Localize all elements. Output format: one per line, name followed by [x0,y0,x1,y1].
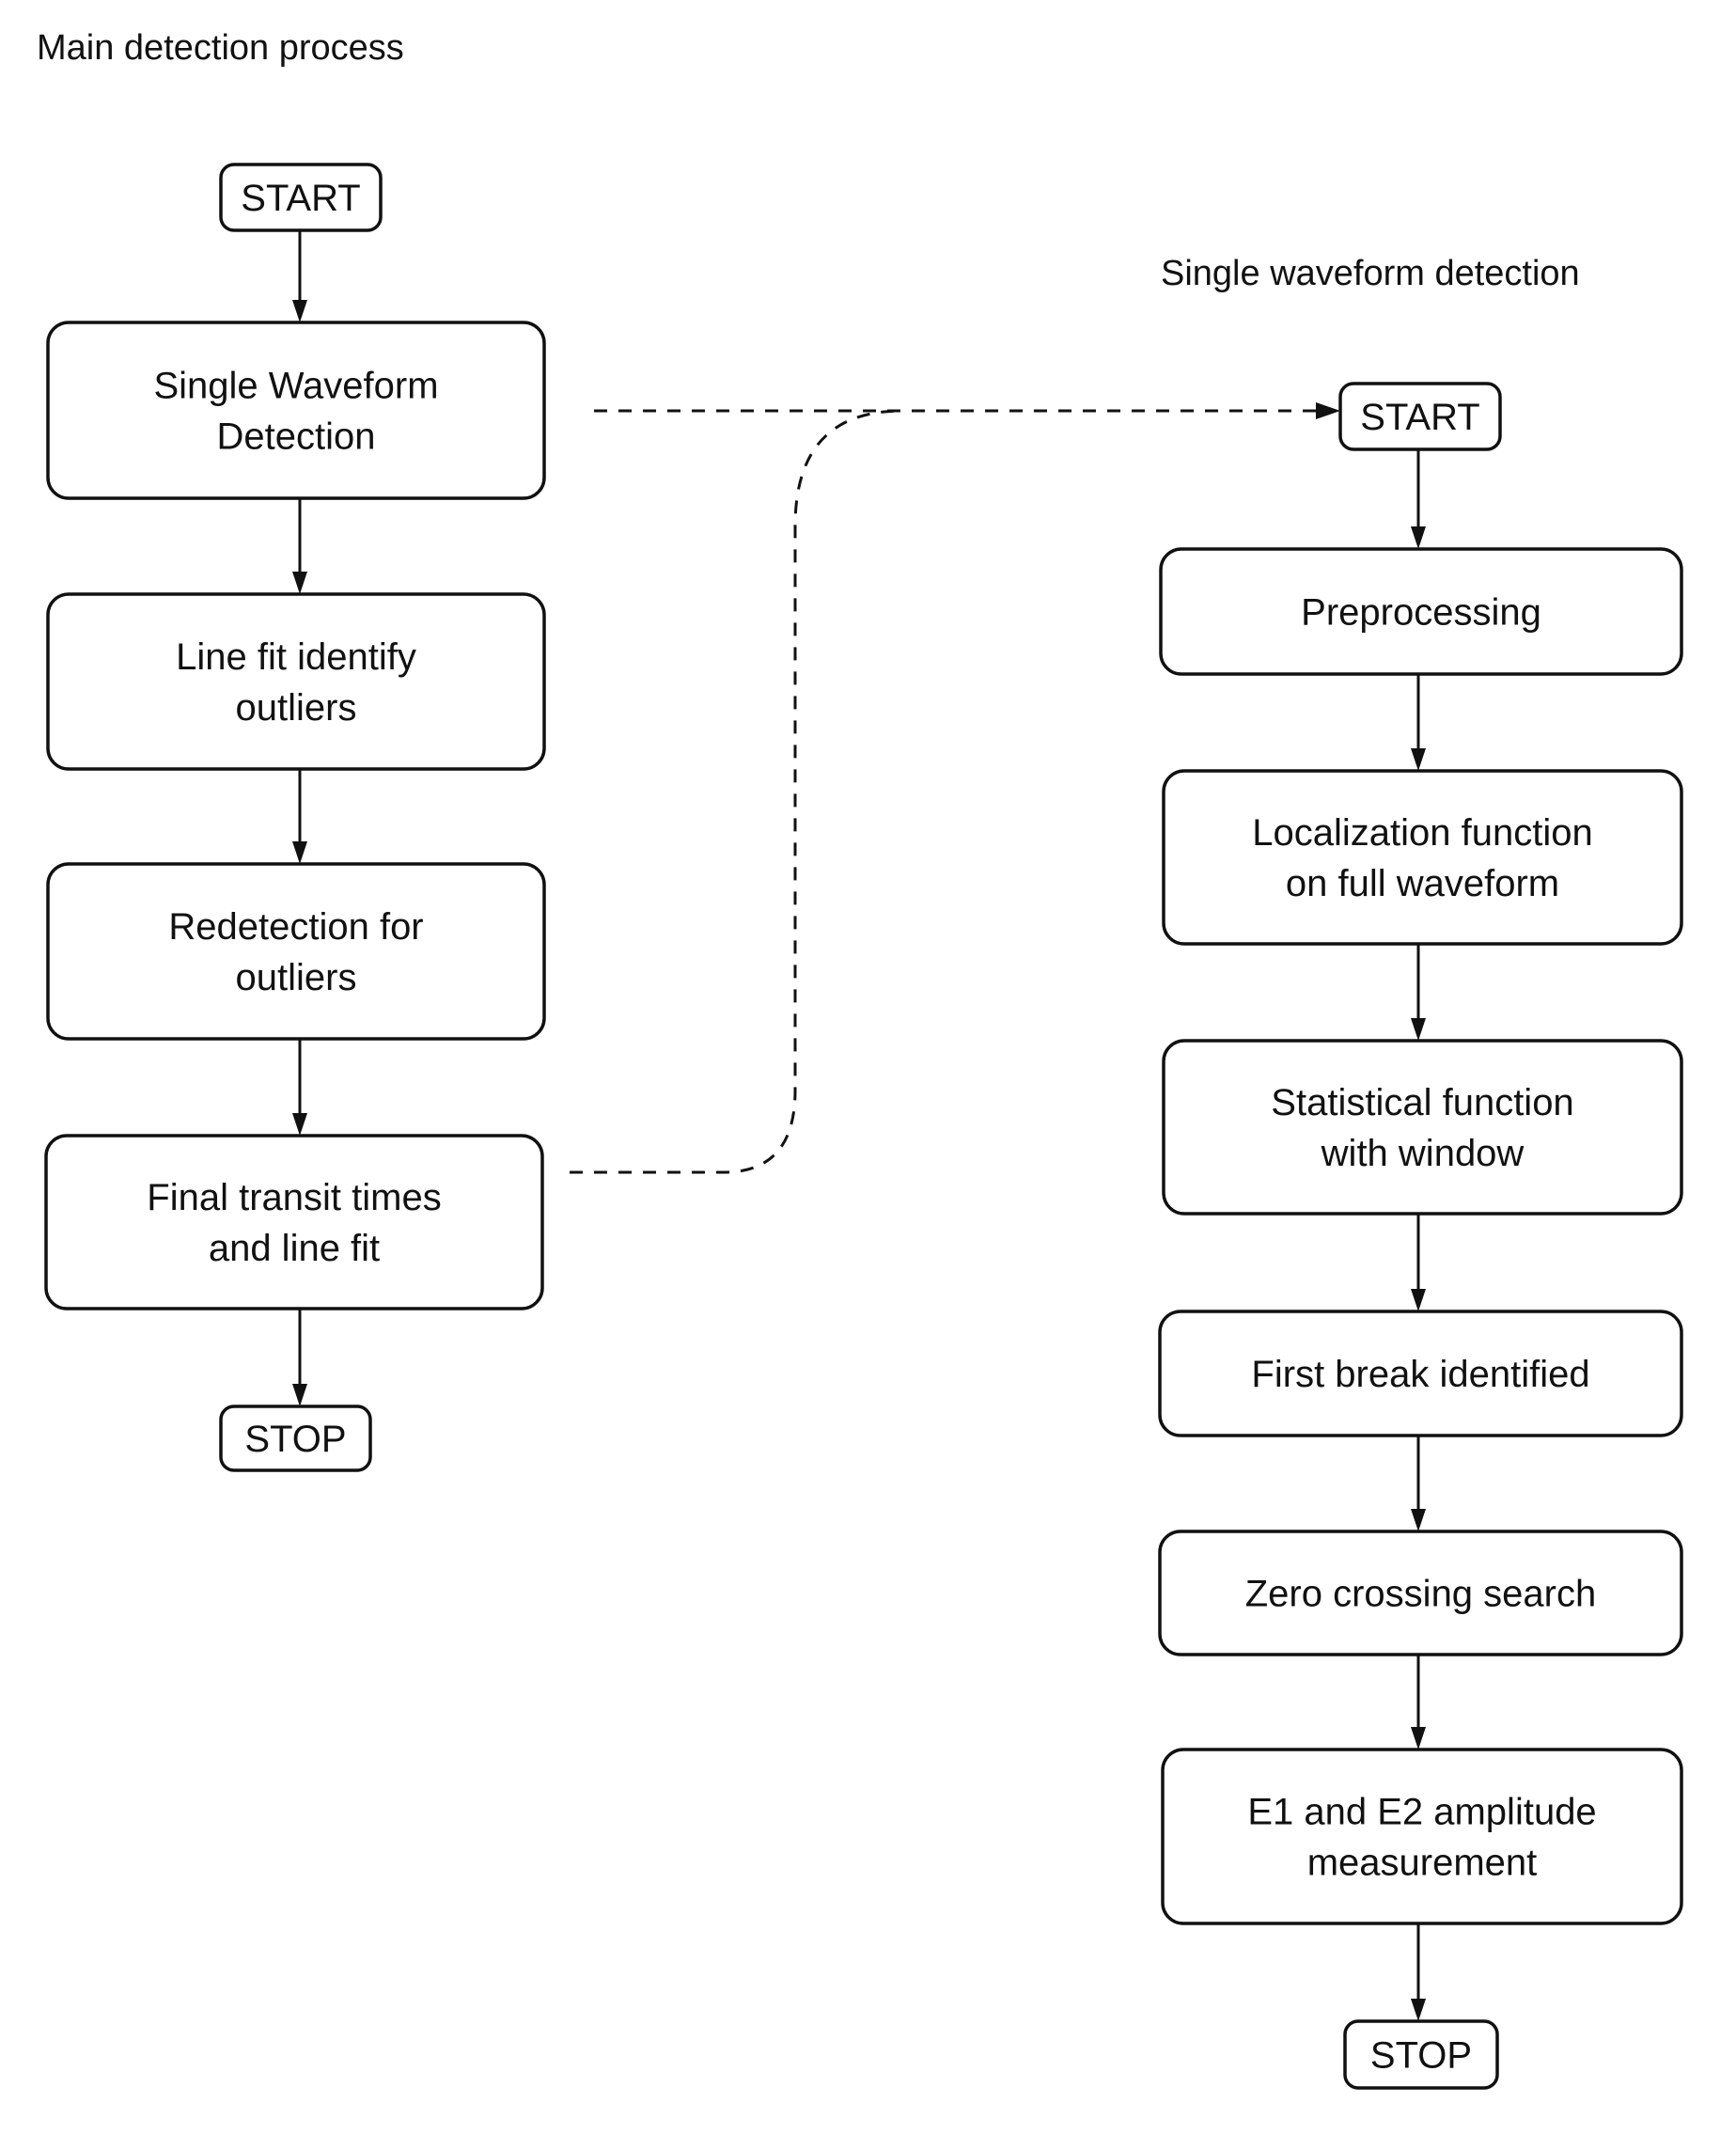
connector-arrow [1411,449,1426,549]
node-label: STOP [1370,2035,1472,2077]
arrowhead-icon [1411,748,1426,771]
process-box [1162,1039,1683,1216]
node-label: First break identified [1251,1354,1589,1395]
node-label: E1 and E2 amplitude [1247,1792,1596,1833]
arrowhead-icon [292,572,307,594]
connector-arrow [292,1309,307,1406]
node-label: outliers [236,687,357,729]
node-label: Single Waveform [153,366,438,407]
connector-arrow [1411,944,1426,1041]
main-process-node-line-fit-identify-outliers: Line fit identify outliers [46,592,546,771]
process-box [1162,769,1683,946]
node-label: Statistical function [1271,1082,1573,1123]
node-label: START [241,178,360,219]
connector-arrow [292,498,307,594]
connector-arrow [1411,1436,1426,1531]
node-label: measurement [1307,1843,1538,1884]
single-waveform-node-amplitude-measurement: E1 and E2 amplitude measurement [1161,1748,1683,1925]
main-process-title: Main detection process [37,28,404,68]
node-label: Line fit identify [176,636,416,678]
dashed-link-single-waveform-to-start [594,402,1340,419]
connector-arrow [1411,1214,1426,1311]
main-process-node-start: START [219,163,383,232]
single-waveform-flow: START Preprocessing Localization function o… [1158,382,1683,2090]
single-waveform-title: Single waveform detection [1161,254,1580,293]
connector-arrow [1411,1923,1426,2021]
single-waveform-node-preprocessing: Preprocessing [1159,547,1683,676]
connector-arrow [292,1039,307,1136]
arrowhead-icon [1411,1289,1426,1311]
arrowhead-icon [292,300,307,322]
arrowhead-icon [292,1113,307,1136]
single-waveform-node-start: START [1338,382,1502,451]
main-process-node-redetection-for-outliers: Redetection for outliers [46,862,546,1041]
main-process-node-single-waveform-detection: Single Waveform Detection [46,321,546,500]
arrowhead-icon [292,841,307,864]
flowchart-canvas: Main detection process Single waveform d… [37,28,1683,2090]
node-label: on full waveform [1286,863,1559,904]
dashed-link-redetection-to-start [570,409,903,1174]
node-label: Redetection for [168,906,423,948]
main-process-node-final-transit-times: Final transit times and line fit [44,1134,544,1310]
arrowhead-icon [292,1384,307,1406]
node-label: Detection [217,416,376,458]
arrowhead-icon [1411,1018,1426,1041]
single-waveform-node-stop: STOP [1343,2019,1499,2090]
single-waveform-node-statistical-function: Statistical function with window [1162,1039,1683,1216]
single-waveform-node-localization-function: Localization function on full waveform [1162,769,1683,946]
node-label: and line fit [209,1228,380,1269]
process-box [46,862,546,1041]
single-waveform-node-zero-crossing-search: Zero crossing search [1158,1530,1683,1656]
arrowhead-icon [1411,1999,1426,2021]
main-process-node-stop: STOP [219,1405,372,1472]
node-label: Zero crossing search [1245,1574,1596,1615]
node-label: STOP [244,1419,346,1460]
node-label: Preprocessing [1301,592,1541,634]
main-process-flow: START Single Waveform Detection Line fit id… [44,163,546,1472]
process-box [44,1134,544,1310]
arrowhead-icon [1411,1509,1426,1531]
connector-arrow [1411,1655,1426,1750]
arrowhead-icon [1411,526,1426,549]
node-label: Localization function [1252,812,1592,854]
process-box [1161,1748,1683,1925]
process-box [46,321,546,500]
connector-arrow [292,769,307,864]
node-label: outliers [236,957,357,998]
node-label: START [1360,397,1479,438]
arrowhead-icon [1411,1727,1426,1750]
connector-arrow [292,230,307,322]
connector-arrow [1411,674,1426,771]
arrowhead-icon [1316,402,1340,419]
node-label: with window [1321,1133,1525,1174]
node-label: Final transit times [147,1177,441,1218]
process-box [46,592,546,771]
single-waveform-node-first-break-identified: First break identified [1158,1310,1683,1437]
